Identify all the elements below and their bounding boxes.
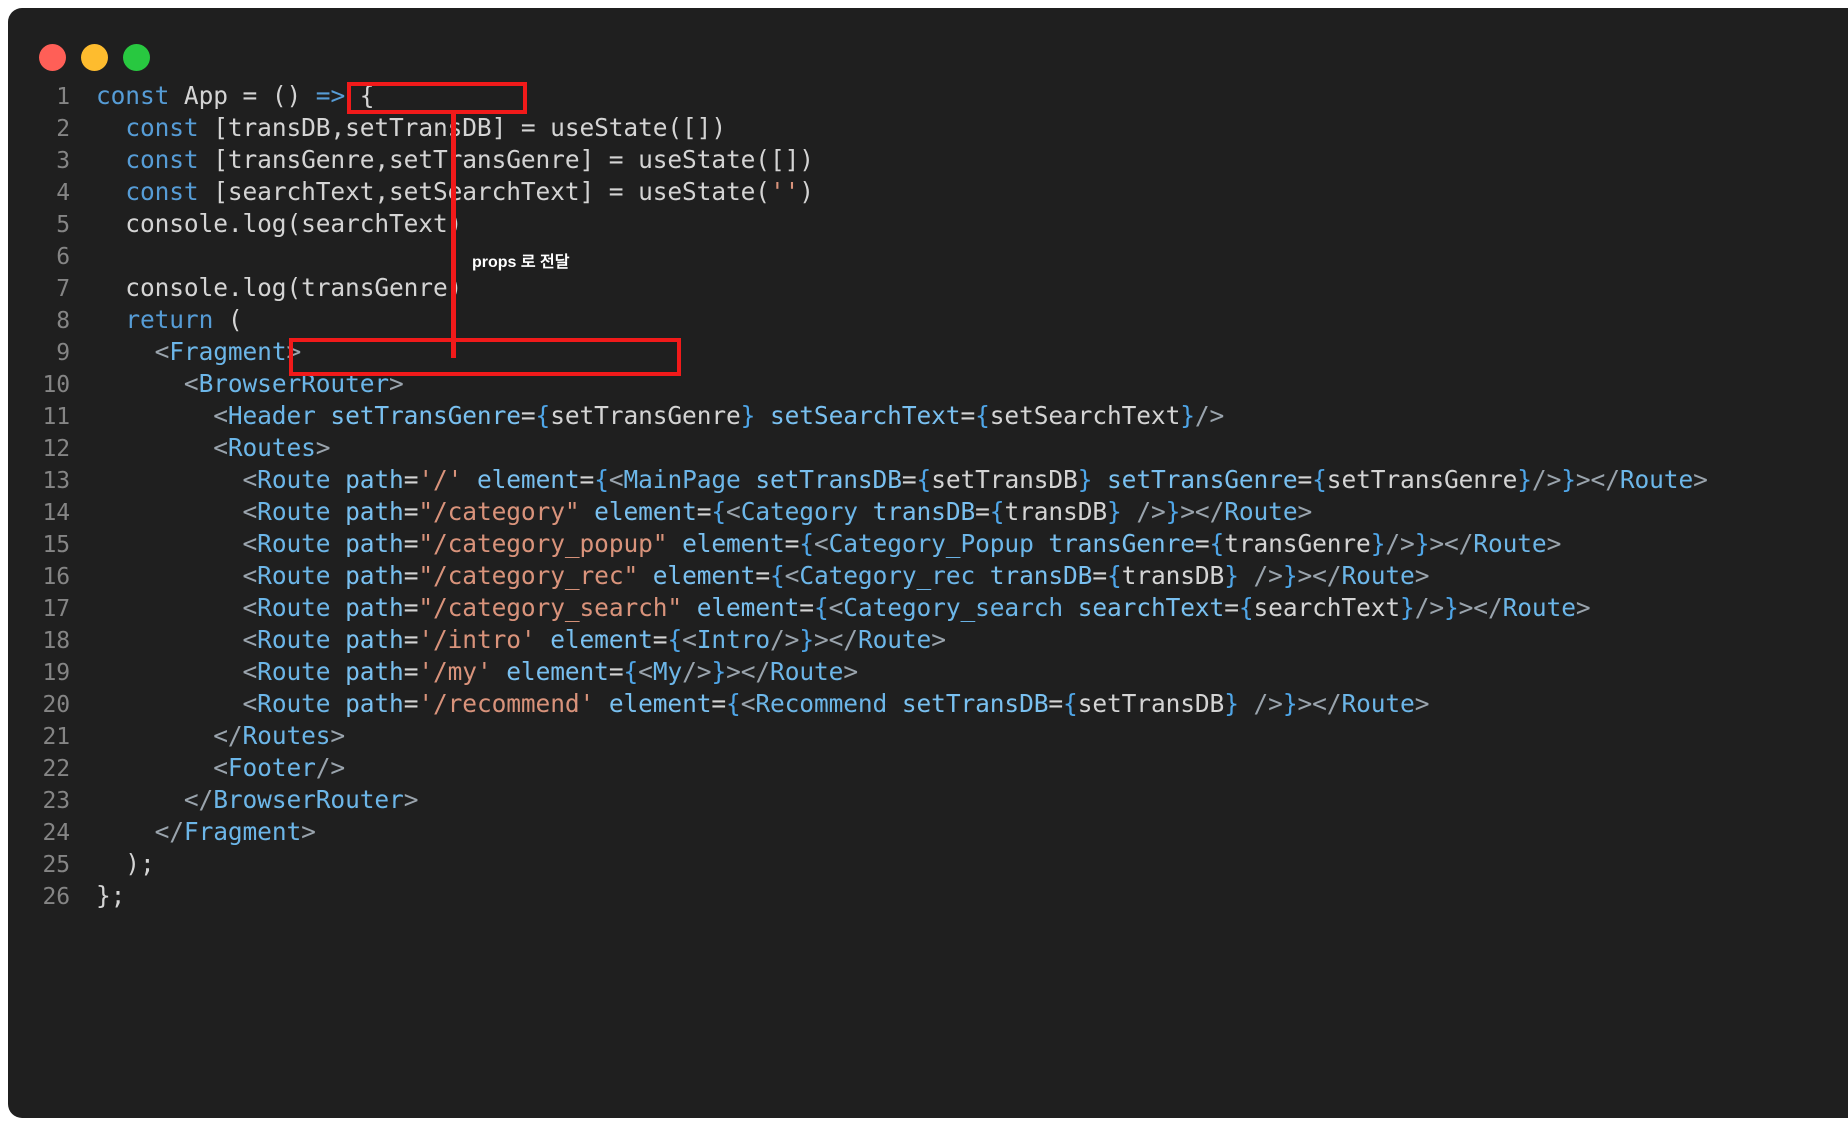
code-line: 3 const [transGenre,setTransGenre] = use…	[8, 144, 1848, 176]
code-line: 20 <Route path='/recommend' element={<Re…	[8, 688, 1848, 720]
line-content: <Route path="/category" element={<Catego…	[242, 497, 1313, 526]
line-number: 3	[56, 148, 70, 174]
line-content: <Routes>	[213, 433, 331, 462]
close-button[interactable]	[39, 44, 66, 71]
code-line: 11 <Header setTransGenre={setTransGenre}…	[8, 400, 1848, 432]
code-line: 25 );	[8, 848, 1848, 880]
line-content: const [transGenre,setTransGenre] = useSt…	[125, 145, 814, 174]
code-editor-window: 1 const App = () => { 2 const [transDB,se…	[8, 8, 1848, 1118]
code-line: 10 <BrowserRouter>	[8, 368, 1848, 400]
line-number: 1	[56, 84, 70, 110]
line-number: 9	[56, 340, 70, 366]
code-line: 4 const [searchText,setSearchText] = use…	[8, 176, 1848, 208]
line-number: 11	[42, 404, 71, 430]
line-content: <Route path='/' element={<MainPage setTr…	[242, 465, 1708, 494]
code-line: 17 <Route path="/category_search" elemen…	[8, 592, 1848, 624]
line-content: <Route path="/category_rec" element={<Ca…	[242, 561, 1430, 590]
line-number: 26	[42, 884, 71, 910]
line-content: };	[96, 881, 126, 910]
code-line: 5 console.log(searchText)	[8, 208, 1848, 240]
line-content: <Route path='/recommend' element={<Recom…	[242, 689, 1430, 718]
line-content: <Route path='/intro' element={<Intro/>}>…	[242, 625, 946, 654]
line-number: 4	[56, 180, 70, 206]
line-number: 12	[42, 436, 71, 462]
annotation-note: props 로 전달	[472, 254, 570, 271]
line-number: 8	[56, 308, 70, 334]
line-number: 17	[42, 596, 71, 622]
line-number: 15	[42, 532, 71, 558]
line-content: <Header setTransGenre={setTransGenre} se…	[213, 401, 1225, 430]
line-content: <Route path='/my' element={<My/>}></Rout…	[242, 657, 859, 686]
line-number: 7	[56, 276, 70, 302]
line-content: const App = () => {	[96, 81, 375, 110]
line-number: 14	[42, 500, 71, 526]
window-titlebar	[8, 8, 1848, 80]
code-area[interactable]: 1 const App = () => { 2 const [transDB,se…	[8, 80, 1848, 1118]
code-line: 7 console.log(transGenre)	[8, 272, 1848, 304]
line-content: <Route path="/category_search" element={…	[242, 593, 1591, 622]
code-line: 2 const [transDB,setTransDB] = useState(…	[8, 112, 1848, 144]
line-content: <Fragment>	[154, 337, 302, 366]
line-number: 6	[56, 244, 70, 270]
code-line: 24 </Fragment>	[8, 816, 1848, 848]
line-content: const [searchText,setSearchText] = useSt…	[125, 177, 814, 206]
line-content: console.log(transGenre)	[96, 273, 463, 302]
line-number: 18	[42, 628, 71, 654]
line-number: 21	[42, 724, 71, 750]
line-content: <Footer/>	[213, 753, 346, 782]
maximize-button[interactable]	[123, 44, 150, 71]
line-content: </Fragment>	[154, 817, 316, 846]
code-line: 26};	[8, 880, 1848, 912]
line-number: 22	[42, 756, 71, 782]
code-line: 16 <Route path="/category_rec" element={…	[8, 560, 1848, 592]
line-number: 10	[42, 372, 71, 398]
line-number: 2	[56, 116, 70, 142]
code-line: 13 <Route path='/' element={<MainPage se…	[8, 464, 1848, 496]
line-number: 5	[56, 212, 70, 238]
line-content: <Route path="/category_popup" element={<…	[242, 529, 1562, 558]
line-content: <BrowserRouter>	[183, 369, 404, 398]
code-line: 18 <Route path='/intro' element={<Intro/…	[8, 624, 1848, 656]
code-line: 8 return (	[8, 304, 1848, 336]
line-content: return (	[125, 305, 243, 334]
code-line: 1 const App = () => {	[8, 80, 1848, 112]
line-number: 13	[42, 468, 71, 494]
line-number: 23	[42, 788, 71, 814]
code-line: 15 <Route path="/category_popup" element…	[8, 528, 1848, 560]
line-number: 16	[42, 564, 71, 590]
line-number: 20	[42, 692, 71, 718]
line-number: 25	[42, 852, 71, 878]
line-content: console.log(searchText)	[96, 209, 463, 238]
minimize-button[interactable]	[81, 44, 108, 71]
line-content: const [transDB,setTransDB] = useState([]…	[125, 113, 726, 142]
line-content: </Routes>	[213, 721, 346, 750]
code-line: 14 <Route path="/category" element={<Cat…	[8, 496, 1848, 528]
code-line: 12 <Routes>	[8, 432, 1848, 464]
code-line: 6	[8, 240, 1848, 272]
code-line: 21 </Routes>	[8, 720, 1848, 752]
line-number: 24	[42, 820, 71, 846]
code-line: 19 <Route path='/my' element={<My/>}></R…	[8, 656, 1848, 688]
line-number: 19	[42, 660, 71, 686]
code-line: 23 </BrowserRouter>	[8, 784, 1848, 816]
line-content: </BrowserRouter>	[183, 785, 419, 814]
code-line: 22 <Footer/>	[8, 752, 1848, 784]
code-line: 9 <Fragment>	[8, 336, 1848, 368]
line-content: );	[96, 849, 155, 878]
